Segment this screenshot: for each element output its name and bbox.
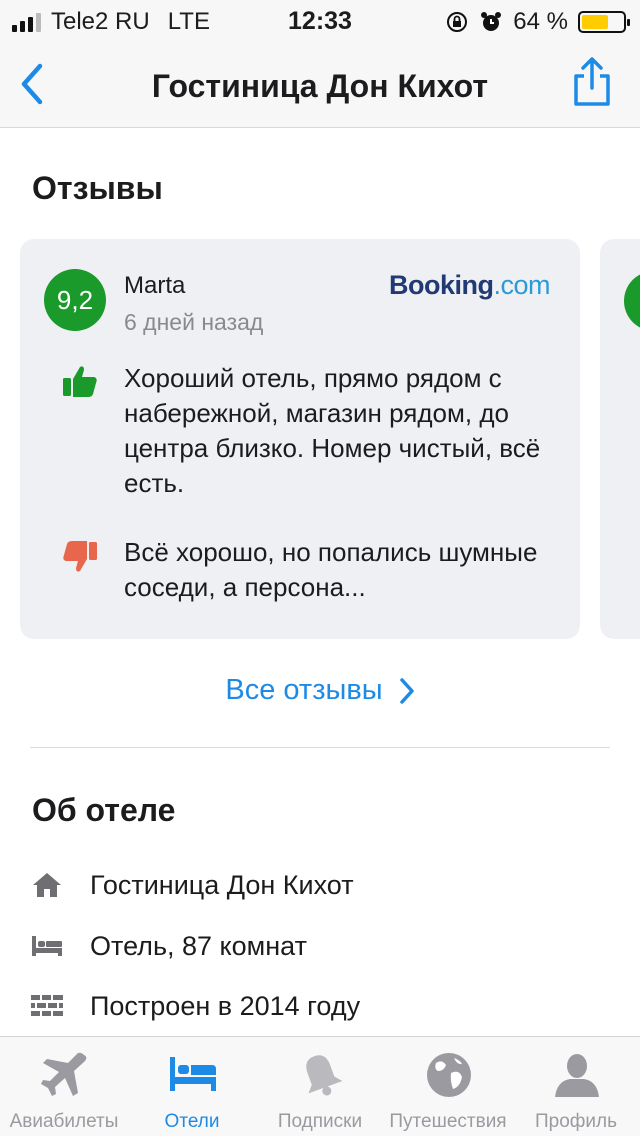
section-divider [30,747,610,748]
info-row-text: Отель, 87 комнат [90,930,307,961]
chevron-right-icon [399,677,414,704]
review-date: 6 дней назад [124,309,264,335]
about-heading: Об отеле [32,792,176,828]
info-row-text: Гостиница Дон Кихот [90,869,354,900]
booking-logo: Booking.com [388,270,551,300]
reviews-heading: Отзывы [32,170,163,206]
info-row-built: Построен в 2014 году [30,986,610,1026]
globe-icon [427,1053,471,1097]
bed-icon [170,1057,216,1091]
all-reviews-label: Все отзывы [225,674,383,706]
bell-icon [306,1055,343,1096]
airplane-icon [41,1052,87,1096]
tab-flights[interactable]: Авиабилеты [0,1037,128,1136]
review-author: Marta [124,272,186,299]
status-right: 64 % [445,8,630,36]
next-review-score-badge [624,271,640,331]
battery-level [582,15,608,29]
info-row-name: Гостиница Дон Кихот [30,865,610,905]
info-row-rooms: Отель, 87 комнат [30,926,610,966]
battery-percent: 64 % [513,8,568,35]
review-card[interactable]: 9,2 Marta 6 дней назад Booking.com Хорош… [20,239,580,639]
brick-wall-icon [30,991,64,1021]
share-icon[interactable] [570,56,614,108]
tab-subscriptions[interactable]: Подписки [256,1037,384,1136]
chevron-left-icon[interactable] [14,60,54,108]
alarm-icon [481,12,502,31]
tab-trips[interactable]: Путешествия [384,1037,512,1136]
next-review-card[interactable] [600,239,640,639]
tab-profile[interactable]: Профиль [512,1037,640,1136]
tab-label: Путешествия [389,1111,507,1132]
tab-label: Подписки [277,1111,363,1132]
tab-label: Профиль [534,1111,618,1132]
rotation-lock-icon [447,12,468,32]
home-icon [30,870,64,900]
tab-label: Отели [164,1111,220,1132]
info-row-text: Построен в 2014 году [90,990,361,1021]
thumbs-up-icon [63,366,97,397]
review-negative-text: Всё хорошо, но попались шумные соседи, а… [124,537,538,602]
bed-icon [30,931,64,961]
all-reviews-link[interactable]: Все отзывы [0,674,640,707]
tab-hotels[interactable]: Отели [128,1037,256,1136]
tab-bar: Авиабилеты Отели Подписки Путешествия Пр… [0,1036,640,1136]
person-icon [555,1054,599,1097]
battery-icon [578,11,630,33]
review-score-badge: 9,2 [44,269,106,331]
navigation-bar: Гостиница Дон Кихот [0,40,640,128]
review-positive-text: Хороший отель, прямо рядом с набережной,… [124,363,541,498]
page-title: Гостиница Дон Кихот [151,68,489,104]
tab-label: Авиабилеты [9,1111,119,1132]
status-bar: Tele2 RU LTE 12:33 64 % [0,0,640,40]
thumbs-down-icon [63,541,97,572]
